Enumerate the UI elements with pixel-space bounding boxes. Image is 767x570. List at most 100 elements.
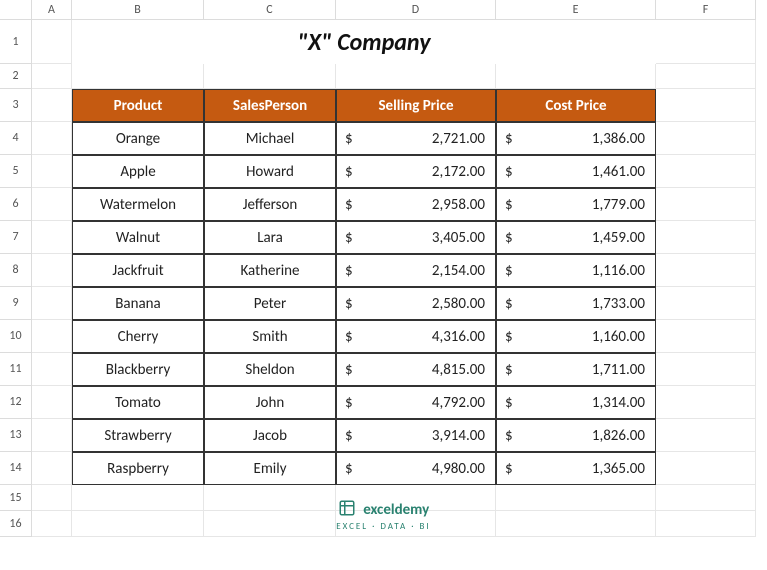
cell-A12[interactable] — [32, 386, 72, 419]
table-row[interactable]: $3,405.00 — [336, 221, 496, 254]
row-header-13[interactable]: 13 — [0, 419, 32, 452]
row-header-5[interactable]: 5 — [0, 155, 32, 188]
cell-A7[interactable] — [32, 221, 72, 254]
row-header-6[interactable]: 6 — [0, 188, 32, 221]
cell-A9[interactable] — [32, 287, 72, 320]
table-row[interactable]: $1,779.00 — [496, 188, 656, 221]
cell-F9[interactable] — [656, 287, 756, 320]
table-row[interactable]: $4,980.00 — [336, 452, 496, 485]
cell-F12[interactable] — [656, 386, 756, 419]
row-header-2[interactable]: 2 — [0, 64, 32, 89]
table-row[interactable]: $4,792.00 — [336, 386, 496, 419]
cell-C2[interactable] — [204, 64, 336, 89]
cell-F5[interactable] — [656, 155, 756, 188]
table-row[interactable]: Jackfruit — [72, 254, 204, 287]
cell-F6[interactable] — [656, 188, 756, 221]
cell-F7[interactable] — [656, 221, 756, 254]
table-row[interactable]: $1,461.00 — [496, 155, 656, 188]
col-header-E[interactable]: E — [496, 0, 656, 20]
col-header-D[interactable]: D — [336, 0, 496, 20]
table-row[interactable]: Banana — [72, 287, 204, 320]
table-row[interactable]: Smith — [204, 320, 336, 353]
row-header-9[interactable]: 9 — [0, 287, 32, 320]
table-row[interactable]: Strawberry — [72, 419, 204, 452]
table-row[interactable]: Cherry — [72, 320, 204, 353]
table-row[interactable]: Raspberry — [72, 452, 204, 485]
table-row[interactable]: $1,314.00 — [496, 386, 656, 419]
table-row[interactable]: $2,154.00 — [336, 254, 496, 287]
col-header-F[interactable]: F — [656, 0, 756, 20]
table-row[interactable]: $1,386.00 — [496, 122, 656, 155]
cell-A6[interactable] — [32, 188, 72, 221]
table-row[interactable]: Apple — [72, 155, 204, 188]
row-header-12[interactable]: 12 — [0, 386, 32, 419]
cell-A13[interactable] — [32, 419, 72, 452]
col-header-C[interactable]: C — [204, 0, 336, 20]
table-row[interactable]: $1,365.00 — [496, 452, 656, 485]
row-header-8[interactable]: 8 — [0, 254, 32, 287]
header-product[interactable]: Product — [72, 89, 204, 122]
table-row[interactable]: $1,459.00 — [496, 221, 656, 254]
cell-F14[interactable] — [656, 452, 756, 485]
table-row[interactable]: $3,914.00 — [336, 419, 496, 452]
cell-A8[interactable] — [32, 254, 72, 287]
row-header-3[interactable]: 3 — [0, 89, 32, 122]
cell-F11[interactable] — [656, 353, 756, 386]
table-row[interactable]: Peter — [204, 287, 336, 320]
row-header-11[interactable]: 11 — [0, 353, 32, 386]
table-row[interactable]: $2,958.00 — [336, 188, 496, 221]
table-row[interactable]: Blackberry — [72, 353, 204, 386]
cell-F2[interactable] — [656, 64, 756, 89]
table-row[interactable]: $4,815.00 — [336, 353, 496, 386]
cell-E2[interactable] — [496, 64, 656, 89]
cell-A14[interactable] — [32, 452, 72, 485]
row-header-14[interactable]: 14 — [0, 452, 32, 485]
table-row[interactable]: $1,733.00 — [496, 287, 656, 320]
col-header-A[interactable]: A — [32, 0, 72, 20]
cell-B2[interactable] — [72, 64, 204, 89]
table-row[interactable]: $2,580.00 — [336, 287, 496, 320]
cell-A1[interactable] — [32, 20, 72, 64]
cell-F1[interactable] — [656, 20, 756, 64]
table-row[interactable]: Jefferson — [204, 188, 336, 221]
page-title[interactable]: "X" Company — [72, 20, 656, 64]
table-row[interactable]: $2,172.00 — [336, 155, 496, 188]
select-all-corner[interactable] — [0, 0, 32, 20]
table-row[interactable]: Howard — [204, 155, 336, 188]
cell-F13[interactable] — [656, 419, 756, 452]
table-row[interactable]: $2,721.00 — [336, 122, 496, 155]
table-row[interactable]: Emily — [204, 452, 336, 485]
row-header-7[interactable]: 7 — [0, 221, 32, 254]
table-row[interactable]: John — [204, 386, 336, 419]
table-row[interactable]: Katherine — [204, 254, 336, 287]
cell-A4[interactable] — [32, 122, 72, 155]
table-row[interactable]: Orange — [72, 122, 204, 155]
row-header-1[interactable]: 1 — [0, 20, 32, 64]
cell-F10[interactable] — [656, 320, 756, 353]
table-row[interactable]: Sheldon — [204, 353, 336, 386]
cell-A2[interactable] — [32, 64, 72, 89]
header-selling[interactable]: Selling Price — [336, 89, 496, 122]
cell-A5[interactable] — [32, 155, 72, 188]
cell-F8[interactable] — [656, 254, 756, 287]
cell-A3[interactable] — [32, 89, 72, 122]
cell-A11[interactable] — [32, 353, 72, 386]
table-row[interactable]: Lara — [204, 221, 336, 254]
table-row[interactable]: Walnut — [72, 221, 204, 254]
table-row[interactable]: $4,316.00 — [336, 320, 496, 353]
header-cost[interactable]: Cost Price — [496, 89, 656, 122]
row-header-10[interactable]: 10 — [0, 320, 32, 353]
table-row[interactable]: Jacob — [204, 419, 336, 452]
header-salesperson[interactable]: SalesPerson — [204, 89, 336, 122]
table-row[interactable]: $1,711.00 — [496, 353, 656, 386]
table-row[interactable]: Michael — [204, 122, 336, 155]
table-row[interactable]: Tomato — [72, 386, 204, 419]
cell-F4[interactable] — [656, 122, 756, 155]
col-header-B[interactable]: B — [72, 0, 204, 20]
cell-F3[interactable] — [656, 89, 756, 122]
row-header-4[interactable]: 4 — [0, 122, 32, 155]
table-row[interactable]: Watermelon — [72, 188, 204, 221]
table-row[interactable]: $1,160.00 — [496, 320, 656, 353]
table-row[interactable]: $1,826.00 — [496, 419, 656, 452]
cell-A10[interactable] — [32, 320, 72, 353]
